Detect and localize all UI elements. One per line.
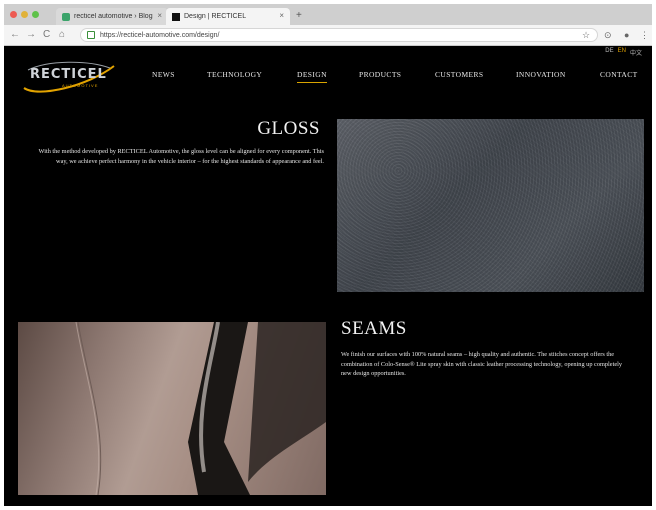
- language-en[interactable]: EN: [618, 48, 626, 57]
- language-switcher: DE EN 中文: [605, 48, 642, 57]
- language-zh[interactable]: 中文: [630, 48, 642, 57]
- browser-tab-blog[interactable]: recticel automotive › Blog ×: [56, 8, 168, 25]
- close-window-button[interactable]: [10, 11, 17, 18]
- close-tab-icon[interactable]: ×: [279, 11, 284, 20]
- seams-interior-image: [18, 322, 326, 495]
- seams-photo-illustration: [75, 322, 326, 495]
- tab-title: Design | RECTICEL: [184, 13, 247, 20]
- address-bar[interactable]: https://recticel-automotive.com/design/: [80, 28, 598, 42]
- bookmark-icon[interactable]: ☆: [582, 30, 590, 40]
- seams-description: We finish our surfaces with 100% natural…: [341, 351, 623, 377]
- nav-news[interactable]: NEWS: [152, 70, 175, 79]
- tab-title: recticel automotive › Blog: [74, 13, 153, 20]
- browser-tab-design[interactable]: Design | RECTICEL ×: [166, 8, 290, 25]
- recticel-favicon-icon: [172, 12, 180, 21]
- menu-icon[interactable]: ⋮: [640, 30, 649, 40]
- gloss-description: With the method developed by RECTICEL Au…: [38, 148, 325, 165]
- browser-toolbar: ← → C ⌂ https://recticel-automotive.com/…: [4, 25, 652, 46]
- lock-icon: [87, 31, 95, 39]
- profile-icon[interactable]: ●: [624, 30, 629, 40]
- reload-button[interactable]: C: [43, 29, 50, 41]
- language-de[interactable]: DE: [605, 48, 613, 57]
- address-url: https://recticel-automotive.com/design/: [100, 31, 220, 39]
- forward-button[interactable]: →: [26, 29, 36, 41]
- new-tab-button[interactable]: +: [296, 10, 302, 21]
- tab-bar: recticel automotive › Blog × Design | RE…: [4, 4, 652, 25]
- extension-icon[interactable]: ⊙: [604, 30, 612, 40]
- nav-customers[interactable]: CUSTOMERS: [435, 70, 483, 79]
- nav-products[interactable]: PRODUCTS: [359, 70, 401, 79]
- website: DE EN 中文 RECTICEL AUTOMOTIVE NEWS TECHNO…: [4, 46, 652, 506]
- maximize-window-button[interactable]: [32, 11, 39, 18]
- nav-innovation[interactable]: INNOVATION: [516, 70, 566, 79]
- home-button[interactable]: ⌂: [59, 29, 65, 41]
- browser-window: recticel automotive › Blog × Design | RE…: [4, 4, 652, 46]
- gloss-heading: GLOSS: [257, 118, 320, 139]
- minimize-window-button[interactable]: [21, 11, 28, 18]
- back-button[interactable]: ←: [10, 29, 20, 41]
- seams-heading: SEAMS: [341, 318, 407, 339]
- nav-design[interactable]: DESIGN: [297, 70, 327, 83]
- nav-technology[interactable]: TECHNOLOGY: [207, 70, 262, 79]
- nav-contact[interactable]: CONTACT: [600, 70, 638, 79]
- leaf-favicon-icon: [62, 12, 70, 21]
- close-tab-icon[interactable]: ×: [157, 11, 162, 20]
- main-navigation: NEWS TECHNOLOGY DESIGN PRODUCTS CUSTOMER…: [4, 70, 652, 84]
- gloss-texture-image: [337, 119, 644, 292]
